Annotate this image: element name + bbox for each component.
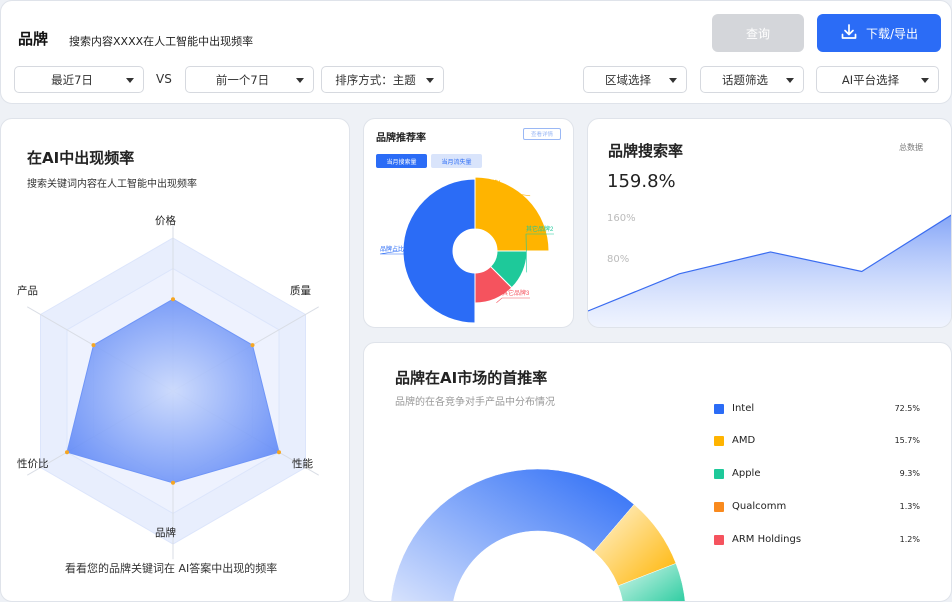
pie-label: 其它品牌2 (526, 225, 554, 233)
legend-swatch (714, 436, 724, 446)
search-card: 品牌搜索率 总数据 159.8% 160% 80% (587, 118, 952, 328)
legend-pct: 15.7% (894, 436, 920, 445)
brand-description: 搜索内容XXXX在人工智能中出现频率 (69, 35, 254, 48)
radar-card: 在AI中出现频率 搜索关键词内容在人工智能中出现频率 价格 质量 性能 品牌 性… (0, 118, 350, 602)
chevron-down-icon (669, 78, 677, 83)
area-fill (588, 215, 951, 327)
radar-point (277, 450, 282, 455)
pie-center (453, 229, 497, 273)
legend-item: Apple 9.3% (714, 468, 920, 482)
legend-swatch (714, 404, 724, 414)
legend-swatch (714, 502, 724, 512)
chevron-down-icon (426, 78, 434, 83)
radar-axis-label: 性能 (292, 458, 313, 470)
export-button[interactable]: 下载/导出 (817, 14, 941, 52)
radar-point (64, 450, 69, 455)
topic-select[interactable]: 话题筛选 (700, 66, 804, 93)
legend-name: Intel (732, 403, 755, 414)
pie-label: 品牌占比 (380, 245, 404, 253)
download-icon (840, 23, 858, 44)
brand-label: 品牌 (18, 30, 49, 48)
region-value: 区域选择 (605, 72, 651, 87)
query-button-label: 查询 (745, 26, 770, 41)
current-period-value: 最近7日 (51, 72, 93, 87)
search-area-chart (588, 214, 951, 327)
platform-value: AI平台选择 (841, 72, 900, 87)
topic-value: 话题筛选 (722, 72, 768, 87)
legend-pct: 9.3% (899, 469, 920, 478)
chevron-down-icon (921, 78, 929, 83)
recommend-chart: 其它品牌1 其它品牌2 其它品牌3 品牌占比 (379, 176, 554, 324)
legend-item: Intel 72.5% (714, 403, 920, 417)
filter-header: 品牌 搜索内容XXXX在人工智能中出现频率 查询 下载/导出 最近7日 VS 前… (0, 0, 952, 104)
pie-label: 其它品牌3 (502, 289, 530, 297)
legend-pct: 1.3% (899, 502, 920, 511)
legend-item: Qualcomm 1.3% (714, 501, 920, 515)
query-button[interactable]: 查询 (712, 14, 804, 52)
chevron-down-icon (786, 78, 794, 83)
legend-name: Qualcomm (732, 501, 787, 512)
radar-axis-label: 质量 (290, 285, 311, 297)
radar-point (171, 480, 175, 485)
export-button-label: 下载/导出 (865, 26, 919, 41)
radar-axis-label: 产品 (17, 285, 38, 297)
radar-point (91, 343, 96, 348)
radar-chart (26, 222, 320, 560)
region-select[interactable]: 区域选择 (583, 66, 687, 93)
compare-period-select[interactable]: 前一个7日 (185, 66, 314, 93)
vs-label: VS (156, 72, 172, 86)
radar-axis-label: 价格 (155, 215, 176, 227)
legend-swatch (714, 469, 724, 479)
radar-point (171, 297, 175, 302)
sort-select[interactable]: 排序方式：主题 (321, 66, 444, 93)
legend-item: ARM Holdings 1.2% (714, 534, 920, 548)
radar-point (250, 343, 255, 348)
platform-select[interactable]: AI平台选择 (816, 66, 939, 93)
sort-value: 排序方式：主题 (335, 72, 416, 87)
chevron-down-icon (126, 78, 134, 83)
current-period-select[interactable]: 最近7日 (14, 66, 144, 93)
legend-pct: 72.5% (894, 404, 920, 413)
pie-label: 其它品牌1 (474, 179, 502, 187)
legend-name: Apple (732, 468, 761, 479)
radar-footer: 看看您的品牌关键词在 AI答案中出现的频率 (65, 562, 278, 575)
compare-period-value: 前一个7日 (215, 72, 270, 87)
legend-name: AMD (732, 435, 756, 446)
radar-axis-label: 性价比 (17, 458, 49, 470)
donut-segment (390, 468, 635, 601)
chevron-down-icon (296, 78, 304, 83)
legend-swatch (714, 535, 724, 545)
legend-name: ARM Holdings (732, 534, 802, 545)
radar-axis-label: 品牌 (155, 527, 176, 539)
first-rec-card: 品牌在AI市场的首推率 品牌的在各竞争对手产品中分布情况 Intel 72.5%… (363, 342, 952, 602)
legend-item: AMD 15.7% (714, 435, 920, 449)
pie-leader-line (496, 297, 530, 303)
recommend-card: 品牌推荐率 查看详情 当月搜索量 当月流失量 其它品牌1 其它品牌2 其它品牌3 品牌… (363, 118, 574, 328)
legend-pct: 1.2% (899, 535, 920, 544)
